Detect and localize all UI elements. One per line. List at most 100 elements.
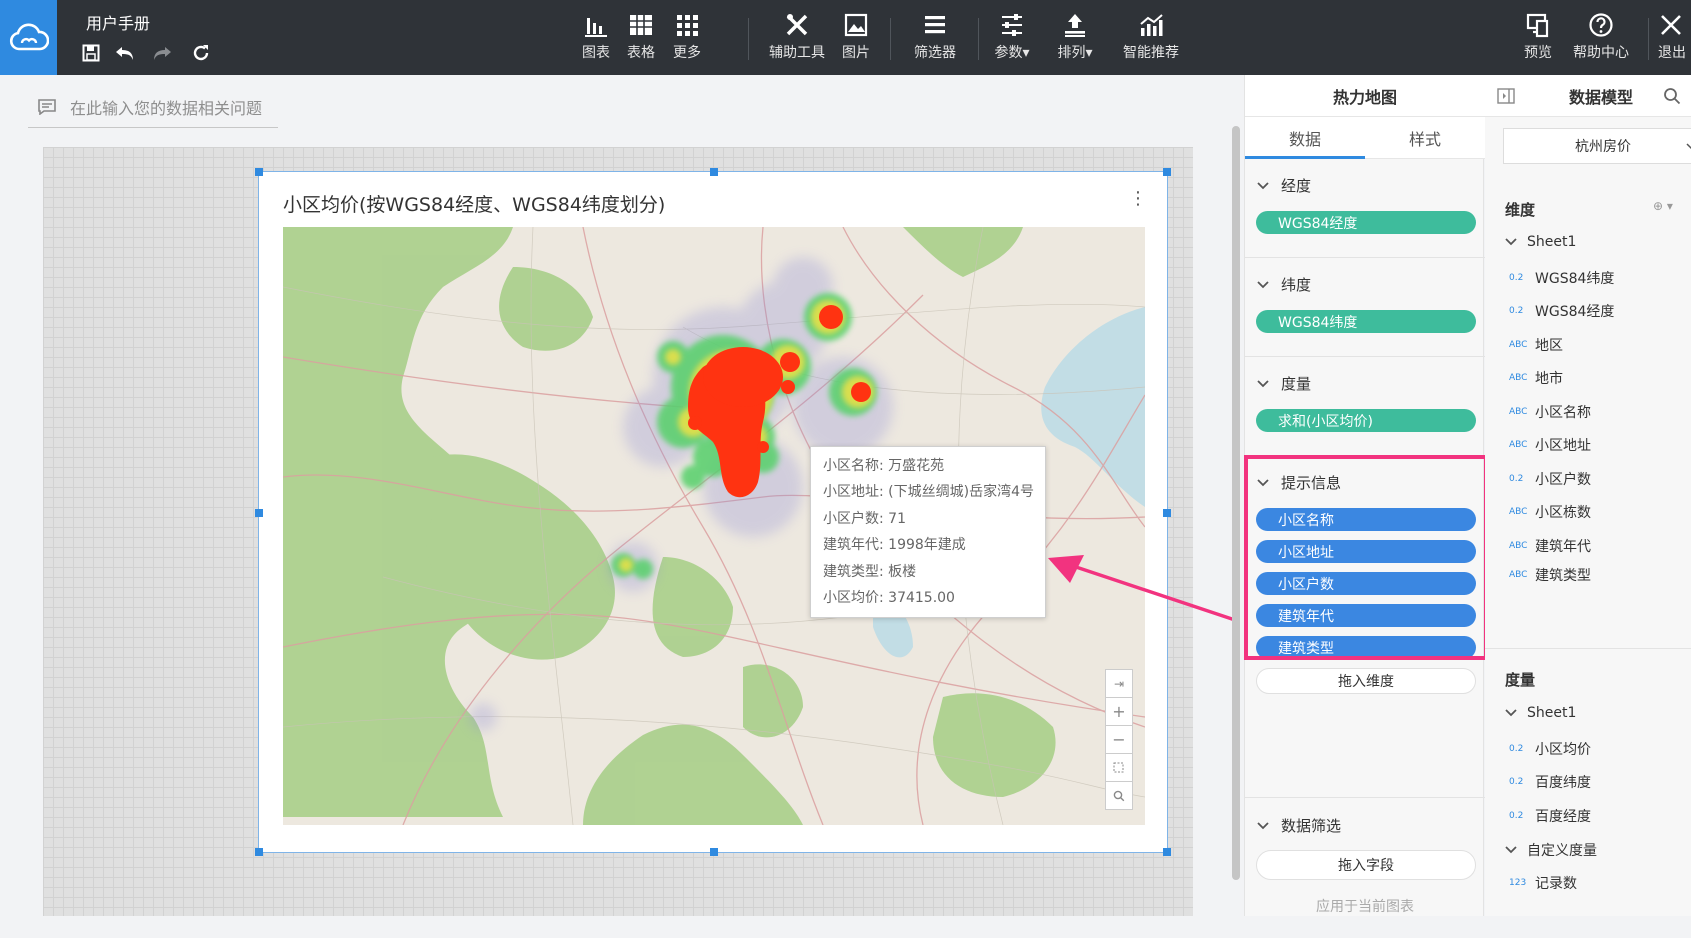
save-icon[interactable] [80,42,102,64]
drop-field-zone[interactable]: 拖入字段 [1256,850,1476,880]
field-item[interactable]: 0.2 WGS84纬度 [1509,268,1614,288]
close-icon [1661,15,1681,35]
resize-handle[interactable] [1163,168,1171,176]
resize-handle[interactable] [255,168,263,176]
toolbar-params-button[interactable]: 参数▾ [982,12,1042,62]
resize-handle[interactable] [710,168,718,176]
resize-handle[interactable] [255,509,263,517]
field-item[interactable]: 0.2 百度纬度 [1509,772,1591,792]
preview-icon [1526,13,1549,38]
toolbar-divider [1648,18,1649,60]
canvas-vertical-scrollbar[interactable] [1232,126,1240,880]
toolbar-more-button[interactable]: 更多 [657,12,717,62]
chart-title: 小区均价(按WGS84经度、WGS84纬度划分) [283,194,666,216]
field-item[interactable]: ABC 小区名称 [1509,402,1591,422]
field-item[interactable]: 0.2 WGS84经度 [1509,301,1614,321]
toolbar-image-button[interactable]: 图片 [826,12,886,62]
sheet-node[interactable]: Sheet1 [1505,234,1576,250]
field-item[interactable]: 0.2 小区户数 [1509,469,1591,489]
zoom-out-button[interactable]: − [1105,725,1133,754]
section-header[interactable]: 纬度 [1257,274,1311,295]
field-item[interactable]: ABC 建筑类型 [1509,565,1591,585]
drop-dimension-zone[interactable]: 拖入维度 [1256,668,1476,694]
bar-chart-icon [585,18,607,37]
globe-icon[interactable]: ⊕ ▾ [1653,199,1673,213]
data-model-panel: 数据模型 杭州房价 维度 ⊕ ▾ Sheet1 0.2 WGS84纬度 0.2 WG… [1485,75,1691,916]
field-item[interactable]: ABC 小区栋数 [1509,502,1591,522]
map-zoom-controls: ⇥ + − [1105,669,1133,810]
measure-field-pill[interactable]: 求和(小区均价) [1256,409,1476,432]
apply-to-chart-link[interactable]: 应用于当前图表 [1245,896,1485,916]
field-item[interactable]: ABC 地市 [1509,368,1563,388]
field-item[interactable]: 123 记录数 [1509,873,1577,893]
custom-measures-node[interactable]: 自定义度量 [1505,840,1597,860]
table-icon [630,15,652,35]
collapse-icon[interactable]: ⇥ [1105,669,1133,698]
section-header[interactable]: 数据筛选 [1257,815,1341,836]
toolbar-filter-button[interactable]: 筛选器 [902,12,968,62]
dropdown-caret-icon: ▾ [1022,45,1030,61]
chevron-down-icon [1257,821,1269,829]
section-header[interactable]: 经度 [1257,175,1311,196]
dataset-select[interactable]: 杭州房价 [1503,128,1691,164]
undo-icon[interactable] [114,42,136,64]
toolbar-smart-button[interactable]: 智能推荐 [1115,12,1187,62]
sheet-node[interactable]: Sheet1 [1505,705,1576,721]
box-select-icon[interactable] [1105,753,1133,782]
latitude-section: 纬度 WGS84纬度 [1245,258,1485,357]
field-item[interactable]: 0.2 小区均价 [1509,739,1591,759]
data-filter-section: 数据筛选 拖入字段 应用于当前图表 [1245,798,1485,938]
latitude-field-pill[interactable]: WGS84纬度 [1256,310,1476,333]
zoom-in-button[interactable]: + [1105,697,1133,726]
tooltip-line: 小区地址: (下城丝绸城)岳家湾4号 [823,484,1034,501]
chevron-down-icon [1505,709,1517,717]
tab-style[interactable]: 样式 [1365,117,1485,159]
toolbar-sort-button[interactable]: 排列▾ [1045,12,1105,62]
chevron-down-icon [1257,379,1269,387]
refresh-icon[interactable] [190,42,212,64]
chevron-down-icon [1505,238,1517,246]
cloud-logo-icon[interactable] [0,0,57,75]
grid-icon [677,15,698,36]
resize-handle[interactable] [1163,848,1171,856]
field-item[interactable]: ABC 小区地址 [1509,435,1591,455]
search-icon[interactable] [1663,87,1681,105]
toolbar-exit-button[interactable]: 退出 [1652,12,1691,62]
toolbar-helper-button[interactable]: 辅助工具 [762,12,832,62]
tooltip-line: 建筑年代: 1998年建成 [823,537,966,554]
image-icon [844,13,868,37]
tab-data[interactable]: 数据 [1245,117,1365,159]
arrange-icon [1065,14,1085,37]
field-item[interactable]: 0.2 百度经度 [1509,806,1591,826]
document-title: 用户手册 [86,14,151,33]
toolbar-help-button[interactable]: 帮助中心 [1565,12,1637,62]
resize-handle[interactable] [255,848,263,856]
section-header[interactable]: 度量 [1257,373,1311,394]
panel-header: 数据模型 [1485,75,1691,117]
measure-section: 度量 求和(小区均价) [1245,357,1485,456]
field-item[interactable]: ABC 地区 [1509,335,1563,355]
chevron-down-icon [1257,280,1269,288]
sliders-icon [1002,14,1022,36]
panel-title: 热力地图 [1245,75,1485,117]
measures-header: 度量 [1505,671,1536,689]
toolbar-preview-button[interactable]: 预览 [1508,12,1568,62]
panel-tabs: 数据 样式 [1245,117,1485,159]
dropdown-caret-icon: ▾ [1085,45,1093,61]
more-options-icon[interactable]: ⋮ [1129,188,1147,209]
help-icon [1589,13,1613,37]
measures-list: 度量 Sheet1 0.2 小区均价 0.2 百度纬度 0.2 百度经度 自定义度量 … [1485,651,1691,911]
resize-handle[interactable] [710,848,718,856]
redo-icon[interactable] [151,42,173,64]
search-icon[interactable] [1105,781,1133,810]
toolbar-divider [890,18,891,60]
field-item[interactable]: ABC 建筑年代 [1509,536,1591,556]
collapse-panel-icon[interactable] [1497,87,1515,104]
tooltip-line: 小区户数: 71 [823,510,906,527]
data-question-input[interactable]: 在此输入您的数据相关问题 [28,86,278,128]
longitude-field-pill[interactable]: WGS84经度 [1256,211,1476,234]
map-tooltip: 小区名称: 万盛花苑 小区地址: (下城丝绸城)岳家湾4号 小区户数: 71 建… [810,446,1046,618]
dimensions-list: 维度 ⊕ ▾ Sheet1 0.2 WGS84纬度 0.2 WGS84经度 ABC 地… [1485,179,1691,649]
resize-handle[interactable] [1163,509,1171,517]
top-toolbar: 用户手册 图表 表格 更多 辅助工具 图片 筛选器 参数▾ 排列▾ 智能推荐 预… [0,0,1691,75]
